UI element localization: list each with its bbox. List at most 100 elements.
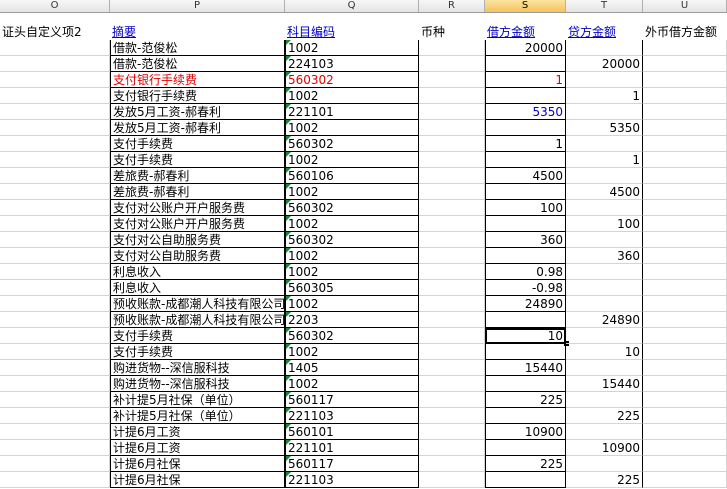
cell-currency[interactable]: [419, 200, 485, 216]
cell-debit[interactable]: [485, 408, 566, 424]
cell-account-code[interactable]: 560302: [285, 328, 419, 344]
header-cell-credit[interactable]: 贷方金额: [566, 24, 643, 40]
cell-summary[interactable]: 支付手续费: [110, 344, 285, 360]
cell-currency[interactable]: [419, 328, 485, 344]
cell-currency[interactable]: [419, 136, 485, 152]
cell-debit[interactable]: 4500: [485, 168, 566, 184]
cell-summary[interactable]: 计提6月社保: [110, 456, 285, 472]
header-cell-foreign-debit[interactable]: 外币借方金额: [643, 24, 727, 40]
cell-currency[interactable]: [419, 152, 485, 168]
cell-debit[interactable]: [485, 184, 566, 200]
cell-account-code[interactable]: 560106: [285, 168, 419, 184]
cell-debit[interactable]: [485, 472, 566, 488]
cell-account-code[interactable]: 2203: [285, 312, 419, 328]
column-header-p[interactable]: P: [110, 0, 285, 12]
cell-foreign-debit[interactable]: [643, 456, 727, 472]
cell-foreign-debit[interactable]: [643, 328, 727, 344]
cell-currency[interactable]: [419, 72, 485, 88]
cell-credit[interactable]: [566, 280, 643, 296]
cell-o[interactable]: [0, 472, 110, 488]
column-header-r[interactable]: R: [419, 0, 485, 12]
cell-credit[interactable]: 15440: [566, 376, 643, 392]
cell-debit[interactable]: [485, 376, 566, 392]
cell-debit[interactable]: 10900: [485, 424, 566, 440]
cell-account-code[interactable]: 1002: [285, 216, 419, 232]
cell-currency[interactable]: [419, 392, 485, 408]
cell-o[interactable]: [0, 120, 110, 136]
cell-account-code[interactable]: 560302: [285, 136, 419, 152]
cell-debit[interactable]: 5350: [485, 104, 566, 120]
cell-debit[interactable]: [485, 312, 566, 328]
cell-summary[interactable]: 利息收入: [110, 280, 285, 296]
cell-account-code[interactable]: 1002: [285, 376, 419, 392]
cell-debit[interactable]: 225: [485, 456, 566, 472]
cell-o[interactable]: [0, 88, 110, 104]
cell-account-code[interactable]: 560305: [285, 280, 419, 296]
cell-credit[interactable]: 1: [566, 152, 643, 168]
cell-credit[interactable]: 225: [566, 472, 643, 488]
cell-o[interactable]: [0, 376, 110, 392]
cell-credit[interactable]: [566, 104, 643, 120]
cell-credit[interactable]: [566, 296, 643, 312]
cell-debit[interactable]: [485, 152, 566, 168]
cell-foreign-debit[interactable]: [643, 216, 727, 232]
cell-currency[interactable]: [419, 104, 485, 120]
cell-summary[interactable]: 计提6月工资: [110, 424, 285, 440]
cell-debit[interactable]: [485, 56, 566, 72]
cell-currency[interactable]: [419, 344, 485, 360]
cell-credit[interactable]: 360: [566, 248, 643, 264]
cell-summary[interactable]: 购进货物--深信服科技: [110, 360, 285, 376]
cell-debit[interactable]: 100: [485, 200, 566, 216]
cell-foreign-debit[interactable]: [643, 280, 727, 296]
cell-o[interactable]: [0, 360, 110, 376]
cell-credit[interactable]: [566, 232, 643, 248]
cell-o[interactable]: [0, 456, 110, 472]
cell-currency[interactable]: [419, 456, 485, 472]
cell-debit[interactable]: [485, 120, 566, 136]
cell-credit[interactable]: [566, 424, 643, 440]
cell-currency[interactable]: [419, 232, 485, 248]
cell-foreign-debit[interactable]: [643, 424, 727, 440]
cell-currency[interactable]: [419, 360, 485, 376]
cell-foreign-debit[interactable]: [643, 184, 727, 200]
cell-foreign-debit[interactable]: [643, 152, 727, 168]
cell-account-code[interactable]: 1002: [285, 152, 419, 168]
cell-account-code[interactable]: 1002: [285, 184, 419, 200]
cell-o[interactable]: [0, 152, 110, 168]
cell-account-code[interactable]: 1002: [285, 40, 419, 56]
cell-summary[interactable]: 支付手续费: [110, 152, 285, 168]
cell-o[interactable]: [0, 104, 110, 120]
cell-currency[interactable]: [419, 408, 485, 424]
cell-summary[interactable]: 支付对公自助服务费: [110, 232, 285, 248]
cell-o[interactable]: [0, 72, 110, 88]
cell-credit[interactable]: [566, 136, 643, 152]
cell-summary[interactable]: 发放5月工资-郝春利: [110, 104, 285, 120]
cell-o[interactable]: [0, 312, 110, 328]
cell-credit[interactable]: [566, 200, 643, 216]
cell-credit[interactable]: [566, 264, 643, 280]
cell-credit[interactable]: 5350: [566, 120, 643, 136]
cell-debit[interactable]: 360: [485, 232, 566, 248]
cell-o[interactable]: [0, 392, 110, 408]
cell-account-code[interactable]: 560101: [285, 424, 419, 440]
cell-foreign-debit[interactable]: [643, 120, 727, 136]
cell-summary[interactable]: 支付对公账户开户服务费: [110, 200, 285, 216]
cell-credit[interactable]: [566, 72, 643, 88]
cell-currency[interactable]: [419, 88, 485, 104]
cell-summary[interactable]: 支付对公账户开户服务费: [110, 216, 285, 232]
cell-credit[interactable]: 4500: [566, 184, 643, 200]
cell-currency[interactable]: [419, 472, 485, 488]
cell-summary[interactable]: 计提6月工资: [110, 440, 285, 456]
cell-credit[interactable]: 10: [566, 344, 643, 360]
cell-foreign-debit[interactable]: [643, 232, 727, 248]
cell-debit[interactable]: 0.98: [485, 264, 566, 280]
cell-foreign-debit[interactable]: [643, 296, 727, 312]
cell-o[interactable]: [0, 184, 110, 200]
cell-currency[interactable]: [419, 440, 485, 456]
cell-debit[interactable]: [485, 248, 566, 264]
header-cell-summary[interactable]: 摘要: [110, 24, 285, 40]
cell-o[interactable]: [0, 440, 110, 456]
cell-foreign-debit[interactable]: [643, 376, 727, 392]
cell-summary[interactable]: 差旅费-郝春利: [110, 184, 285, 200]
cell-o[interactable]: [0, 264, 110, 280]
